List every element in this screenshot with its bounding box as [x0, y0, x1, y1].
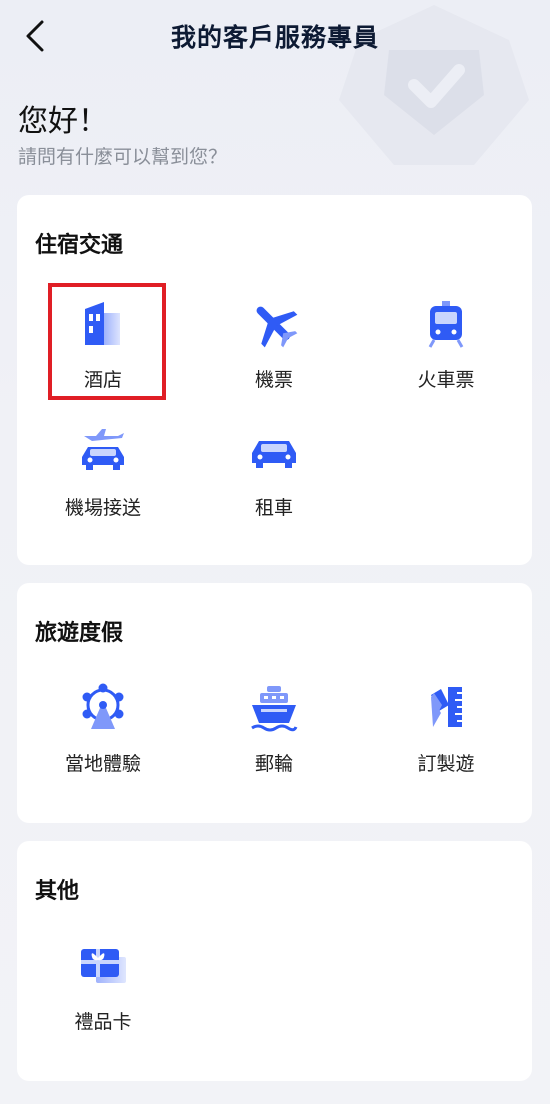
- service-label: 機票: [254, 369, 293, 391]
- service-item-custom-tour[interactable]: 訂製遊: [376, 671, 516, 783]
- service-label: 機場接送: [64, 497, 141, 519]
- hotel-building-icon: [85, 302, 120, 345]
- service-item-gift-card[interactable]: 禮品卡: [33, 929, 173, 1041]
- cruise-ship-icon: [251, 686, 298, 732]
- section-card-others: 其他 禮品卡: [17, 841, 532, 1081]
- section-title: 住宿交通: [35, 233, 124, 258]
- greeting-subtitle: 請問有什麼可以幫到您？: [18, 146, 228, 168]
- service-label: 郵輪: [254, 753, 293, 775]
- service-label: 當地體驗: [64, 753, 141, 775]
- ferris-wheel-icon: [82, 683, 124, 729]
- top-bar: 我的客戶服務專員: [0, 0, 550, 76]
- airport-transfer-icon: [82, 429, 124, 470]
- airplane-icon: [256, 306, 298, 348]
- service-item-cruise[interactable]: 郵輪: [204, 671, 344, 783]
- service-label: 酒店: [83, 369, 122, 391]
- greeting-title: 您好！: [18, 104, 108, 139]
- service-item-flight[interactable]: 機票: [204, 287, 344, 399]
- service-label: 禮品卡: [74, 1011, 132, 1033]
- section-title: 旅遊度假: [35, 621, 124, 646]
- section-title: 其他: [35, 879, 80, 904]
- service-item-local-experience[interactable]: 當地體驗: [33, 671, 173, 783]
- service-item-hotel[interactable]: 酒店: [33, 287, 173, 399]
- service-label: 租車: [254, 497, 293, 519]
- service-label: 訂製遊: [417, 753, 475, 775]
- car-icon: [252, 441, 296, 468]
- service-item-airport-transfer[interactable]: 機場接送: [33, 415, 173, 527]
- service-label: 火車票: [417, 369, 475, 391]
- custom-trip-ruler-pencil-icon: [431, 687, 462, 727]
- gift-card-icon: [81, 949, 126, 983]
- section-card-accommodation-transport: 住宿交通 酒店 機票 火車票 機場接送 租車: [17, 195, 532, 565]
- service-item-car-rental[interactable]: 租車: [204, 415, 344, 527]
- page-title: 我的客戶服務專員: [170, 23, 379, 52]
- service-item-train[interactable]: 火車票: [376, 287, 516, 399]
- train-icon: [428, 301, 464, 348]
- section-card-travel-vacation: 旅遊度假 當地體驗 郵輪 訂製遊: [17, 583, 532, 823]
